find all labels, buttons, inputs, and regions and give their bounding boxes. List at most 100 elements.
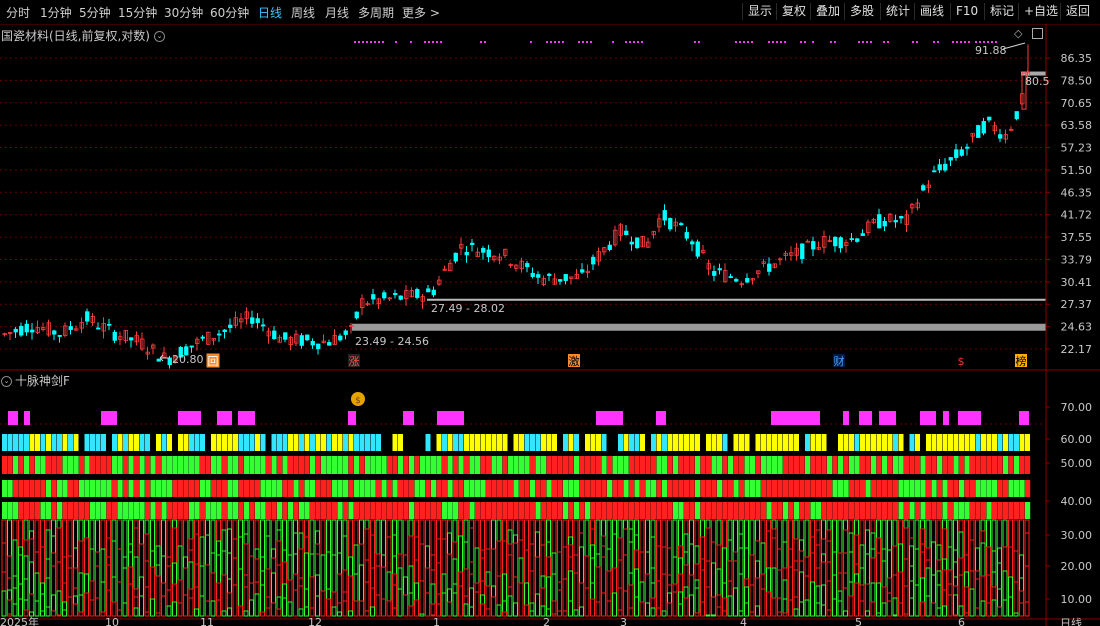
signal-bar xyxy=(353,519,359,546)
tab-fenshi[interactable]: 分时 xyxy=(6,4,30,21)
signal-block xyxy=(392,434,398,451)
signal-block xyxy=(343,502,349,519)
tab-more[interactable]: 更多 > xyxy=(402,4,440,21)
signal-bar xyxy=(370,519,375,536)
panel-toggle-icon[interactable] xyxy=(1032,28,1043,39)
stats-button[interactable]: 统计 xyxy=(880,3,915,20)
chevron-down-icon[interactable]: ⌄ xyxy=(1,376,12,387)
signal-block xyxy=(535,456,541,474)
signal-dot xyxy=(784,41,786,43)
signal-block xyxy=(722,480,728,497)
signal-block-magenta xyxy=(238,411,255,425)
signal-bar xyxy=(964,571,969,588)
tab-multi-period[interactable]: 多周期 xyxy=(358,4,394,21)
signal-bar xyxy=(381,566,386,600)
signal-bar xyxy=(865,553,870,585)
signal-dot xyxy=(812,41,814,43)
add-watchlist-button[interactable]: +自选 xyxy=(1018,3,1063,20)
signal-bar xyxy=(744,547,749,580)
signal-bar xyxy=(925,519,931,549)
signal-block xyxy=(497,502,503,519)
signal-bar xyxy=(144,533,150,562)
signal-bar xyxy=(139,543,144,578)
signal-block xyxy=(282,502,288,519)
signal-bar xyxy=(29,593,34,613)
indicator-panel-title: ⌄ 十脉神剑F xyxy=(1,372,70,389)
signal-block xyxy=(403,480,409,497)
signal-bar xyxy=(1013,550,1019,583)
draw-button[interactable]: 画线 xyxy=(914,3,949,20)
display-button[interactable]: 显示 xyxy=(742,3,777,20)
candle-body xyxy=(371,294,376,300)
signal-block xyxy=(266,456,272,474)
signal-bar xyxy=(331,591,337,608)
signal-bar xyxy=(700,601,705,617)
overlay-button[interactable]: 叠加 xyxy=(810,3,845,20)
signal-bar xyxy=(810,581,815,617)
signal-block xyxy=(469,456,475,474)
signal-block xyxy=(183,456,189,474)
signal-block xyxy=(282,480,288,497)
multi-stock-button[interactable]: 多股 xyxy=(844,3,879,20)
signal-bar xyxy=(111,540,117,578)
candle-body xyxy=(959,149,964,156)
signal-bar xyxy=(100,581,106,613)
signal-block xyxy=(656,434,662,451)
signal-bar xyxy=(672,583,678,593)
signal-bar xyxy=(414,582,419,601)
signal-dot xyxy=(776,41,778,43)
signal-block xyxy=(810,480,816,497)
signal-block xyxy=(733,502,739,519)
signal-bar xyxy=(12,519,18,541)
tab-15min[interactable]: 15分钟 xyxy=(118,4,157,21)
signal-bar xyxy=(496,575,502,606)
tab-30min[interactable]: 30分钟 xyxy=(164,4,203,21)
tab-monthly[interactable]: 月线 xyxy=(325,4,349,21)
tab-1min[interactable]: 1分钟 xyxy=(40,4,72,21)
adjust-button[interactable]: 复权 xyxy=(776,3,811,20)
signal-bar xyxy=(711,541,716,564)
signal-block xyxy=(997,456,1003,474)
signal-bar xyxy=(953,576,958,587)
signal-bar xyxy=(551,600,557,615)
signal-block xyxy=(260,502,266,519)
back-button[interactable]: 返回 xyxy=(1060,3,1095,20)
ind-y-label: 40.00 xyxy=(1061,495,1093,508)
f10-button[interactable]: F10 xyxy=(950,3,983,20)
signal-bar xyxy=(386,600,392,617)
signal-bar xyxy=(623,554,628,592)
signal-bar xyxy=(667,584,672,594)
signal-block xyxy=(937,480,943,497)
signal-block xyxy=(992,456,998,474)
chevron-down-icon[interactable]: ⌄ xyxy=(154,31,165,42)
signal-bar xyxy=(969,588,975,617)
signal-bar xyxy=(342,569,348,593)
signal-bar xyxy=(815,529,821,546)
diamond-icon: ◇ xyxy=(1014,27,1023,40)
signal-bar xyxy=(381,519,386,556)
signal-bar xyxy=(639,551,645,583)
signal-block xyxy=(931,480,937,497)
signal-bar xyxy=(287,554,293,581)
mark-button[interactable]: 标记 xyxy=(984,3,1019,20)
money-bag-symbol: $ xyxy=(355,396,361,406)
tab-5min[interactable]: 5分钟 xyxy=(79,4,111,21)
signal-bar xyxy=(980,575,986,602)
signal-bar xyxy=(188,519,194,540)
signal-bar xyxy=(298,532,304,550)
tab-daily[interactable]: 日线 xyxy=(258,4,282,21)
kline-chart[interactable]: 86.3578.5070.6563.5857.2351.5046.3541.72… xyxy=(0,24,1100,626)
signal-bar xyxy=(568,556,573,572)
signal-block xyxy=(304,456,310,474)
signal-bar xyxy=(744,519,749,549)
signal-bar xyxy=(925,567,931,597)
signal-block xyxy=(266,480,272,497)
candle-body xyxy=(954,149,959,158)
signal-block xyxy=(843,480,849,497)
signal-block xyxy=(293,502,299,519)
signal-dot xyxy=(956,41,958,43)
tab-60min[interactable]: 60分钟 xyxy=(210,4,249,21)
tab-weekly[interactable]: 周线 xyxy=(291,4,315,21)
signal-block xyxy=(722,456,728,474)
signal-dot xyxy=(395,41,397,43)
